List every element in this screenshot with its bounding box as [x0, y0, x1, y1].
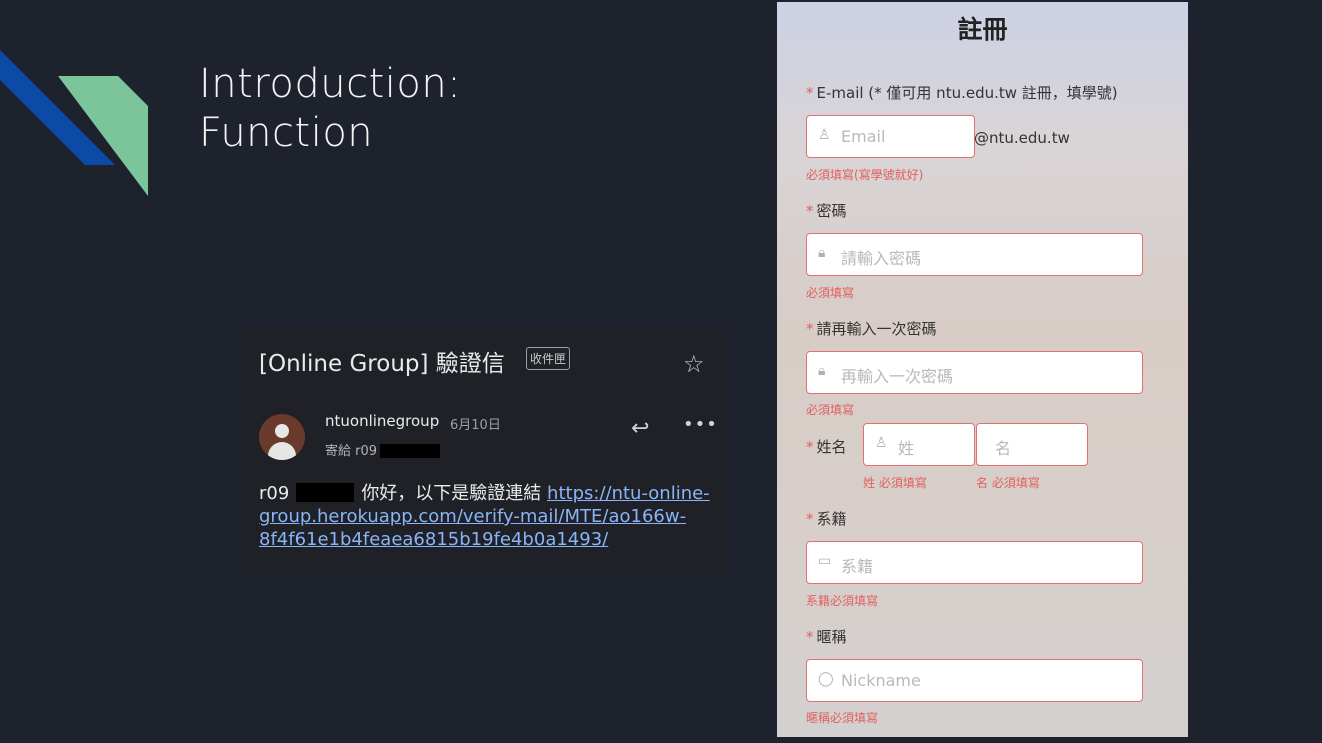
- nickname-label: * 暱稱: [806, 626, 847, 647]
- password-field[interactable]: 🔒︎ 請輸入密碼: [806, 233, 1143, 276]
- required-mark: *: [806, 628, 814, 646]
- redaction-bar-body: [296, 483, 354, 502]
- email-label-text: E-mail (* 僅可用 ntu.edu.tw 註冊，填學號): [816, 84, 1118, 102]
- required-mark: *: [806, 202, 814, 220]
- department-placeholder: 系籍: [841, 557, 874, 576]
- confirm-placeholder: 再輸入一次密碼: [841, 367, 954, 386]
- password-placeholder: 請輸入密碼: [841, 249, 922, 268]
- user-icon: ♙: [818, 127, 831, 143]
- email-domain-suffix: @ntu.edu.tw: [974, 129, 1070, 147]
- required-mark: *: [806, 320, 814, 338]
- email-field[interactable]: ♙ Email: [806, 115, 975, 158]
- lastname-error: 姓 必須填寫: [863, 476, 927, 490]
- body-prefix: r09: [259, 483, 290, 504]
- user-icon: ♙: [875, 435, 888, 451]
- email-label: * E-mail (* 僅可用 ntu.edu.tw 註冊，填學號): [806, 82, 1118, 103]
- nickname-placeholder: Nickname: [841, 671, 921, 690]
- confirm-password-label: * 請再輸入一次密碼: [806, 318, 937, 339]
- inbox-badge[interactable]: 收件匣: [526, 347, 571, 370]
- password-error: 必須填寫: [806, 286, 855, 300]
- email-error: 必須填寫(寫學號就好): [806, 168, 924, 182]
- lock-icon: 🔒︎: [818, 245, 826, 261]
- required-mark: *: [806, 438, 814, 456]
- department-label: * 系籍: [806, 508, 847, 529]
- password-label-text: 密碼: [816, 202, 847, 220]
- department-label-text: 系籍: [816, 510, 847, 528]
- name-label: * 姓名: [806, 436, 847, 457]
- password-label: * 密碼: [806, 200, 847, 221]
- email-placeholder: Email: [841, 127, 886, 146]
- redaction-bar-recipient: [380, 444, 440, 458]
- nickname-label-text: 暱稱: [816, 628, 847, 646]
- firstname-field[interactable]: 名: [976, 423, 1088, 466]
- confirm-password-error: 必須填寫: [806, 403, 855, 417]
- recipient-line[interactable]: 寄給 r09: [325, 440, 377, 459]
- body-text: 你好，以下是驗證連結: [361, 483, 548, 504]
- nickname-error: 暱稱必須填寫: [806, 711, 879, 725]
- firstname-placeholder: 名: [995, 439, 1012, 458]
- reply-icon[interactable]: ↩: [631, 416, 649, 441]
- chat-bubble-icon: ◯: [818, 671, 834, 687]
- avatar-head-shape: [275, 424, 289, 438]
- department-field[interactable]: ▭ 系籍: [806, 541, 1143, 584]
- verification-email: [Online Group] 驗證信 收件匣 ☆ ntuonlinegroup …: [239, 330, 727, 575]
- form-title: 註冊: [957, 15, 1008, 44]
- required-mark: *: [806, 510, 814, 528]
- decorative-chevrons: [0, 50, 148, 196]
- lastname-field[interactable]: ♙ 姓: [863, 423, 975, 466]
- avatar-body-shape: [268, 442, 296, 460]
- folder-icon: ▭: [818, 553, 832, 569]
- registration-form: 註冊 * E-mail (* 僅可用 ntu.edu.tw 註冊，填學號) ♙ E…: [777, 2, 1188, 737]
- email-subject: [Online Group] 驗證信: [259, 351, 505, 377]
- required-mark: *: [806, 84, 814, 102]
- star-icon[interactable]: ☆: [683, 350, 705, 378]
- sender-name: ntuonlinegroup: [325, 412, 440, 430]
- name-label-text: 姓名: [816, 438, 847, 456]
- confirm-password-field[interactable]: 🔒︎ 再輸入一次密碼: [806, 351, 1143, 394]
- slide-title-line2: Function: [199, 110, 374, 156]
- lastname-placeholder: 姓: [898, 439, 915, 458]
- more-icon[interactable]: •••: [683, 414, 718, 435]
- slide-title: Introduction: Function: [199, 60, 461, 158]
- firstname-error: 名 必須填寫: [976, 476, 1040, 490]
- email-date: 6月10日: [450, 418, 501, 433]
- department-error: 系籍必須填寫: [806, 594, 879, 608]
- lock-icon: 🔒︎: [818, 363, 826, 379]
- confirm-label-text: 請再輸入一次密碼: [816, 320, 937, 338]
- slide-title-line1: Introduction:: [199, 61, 462, 107]
- avatar[interactable]: [259, 414, 305, 460]
- nickname-field[interactable]: ◯ Nickname: [806, 659, 1143, 702]
